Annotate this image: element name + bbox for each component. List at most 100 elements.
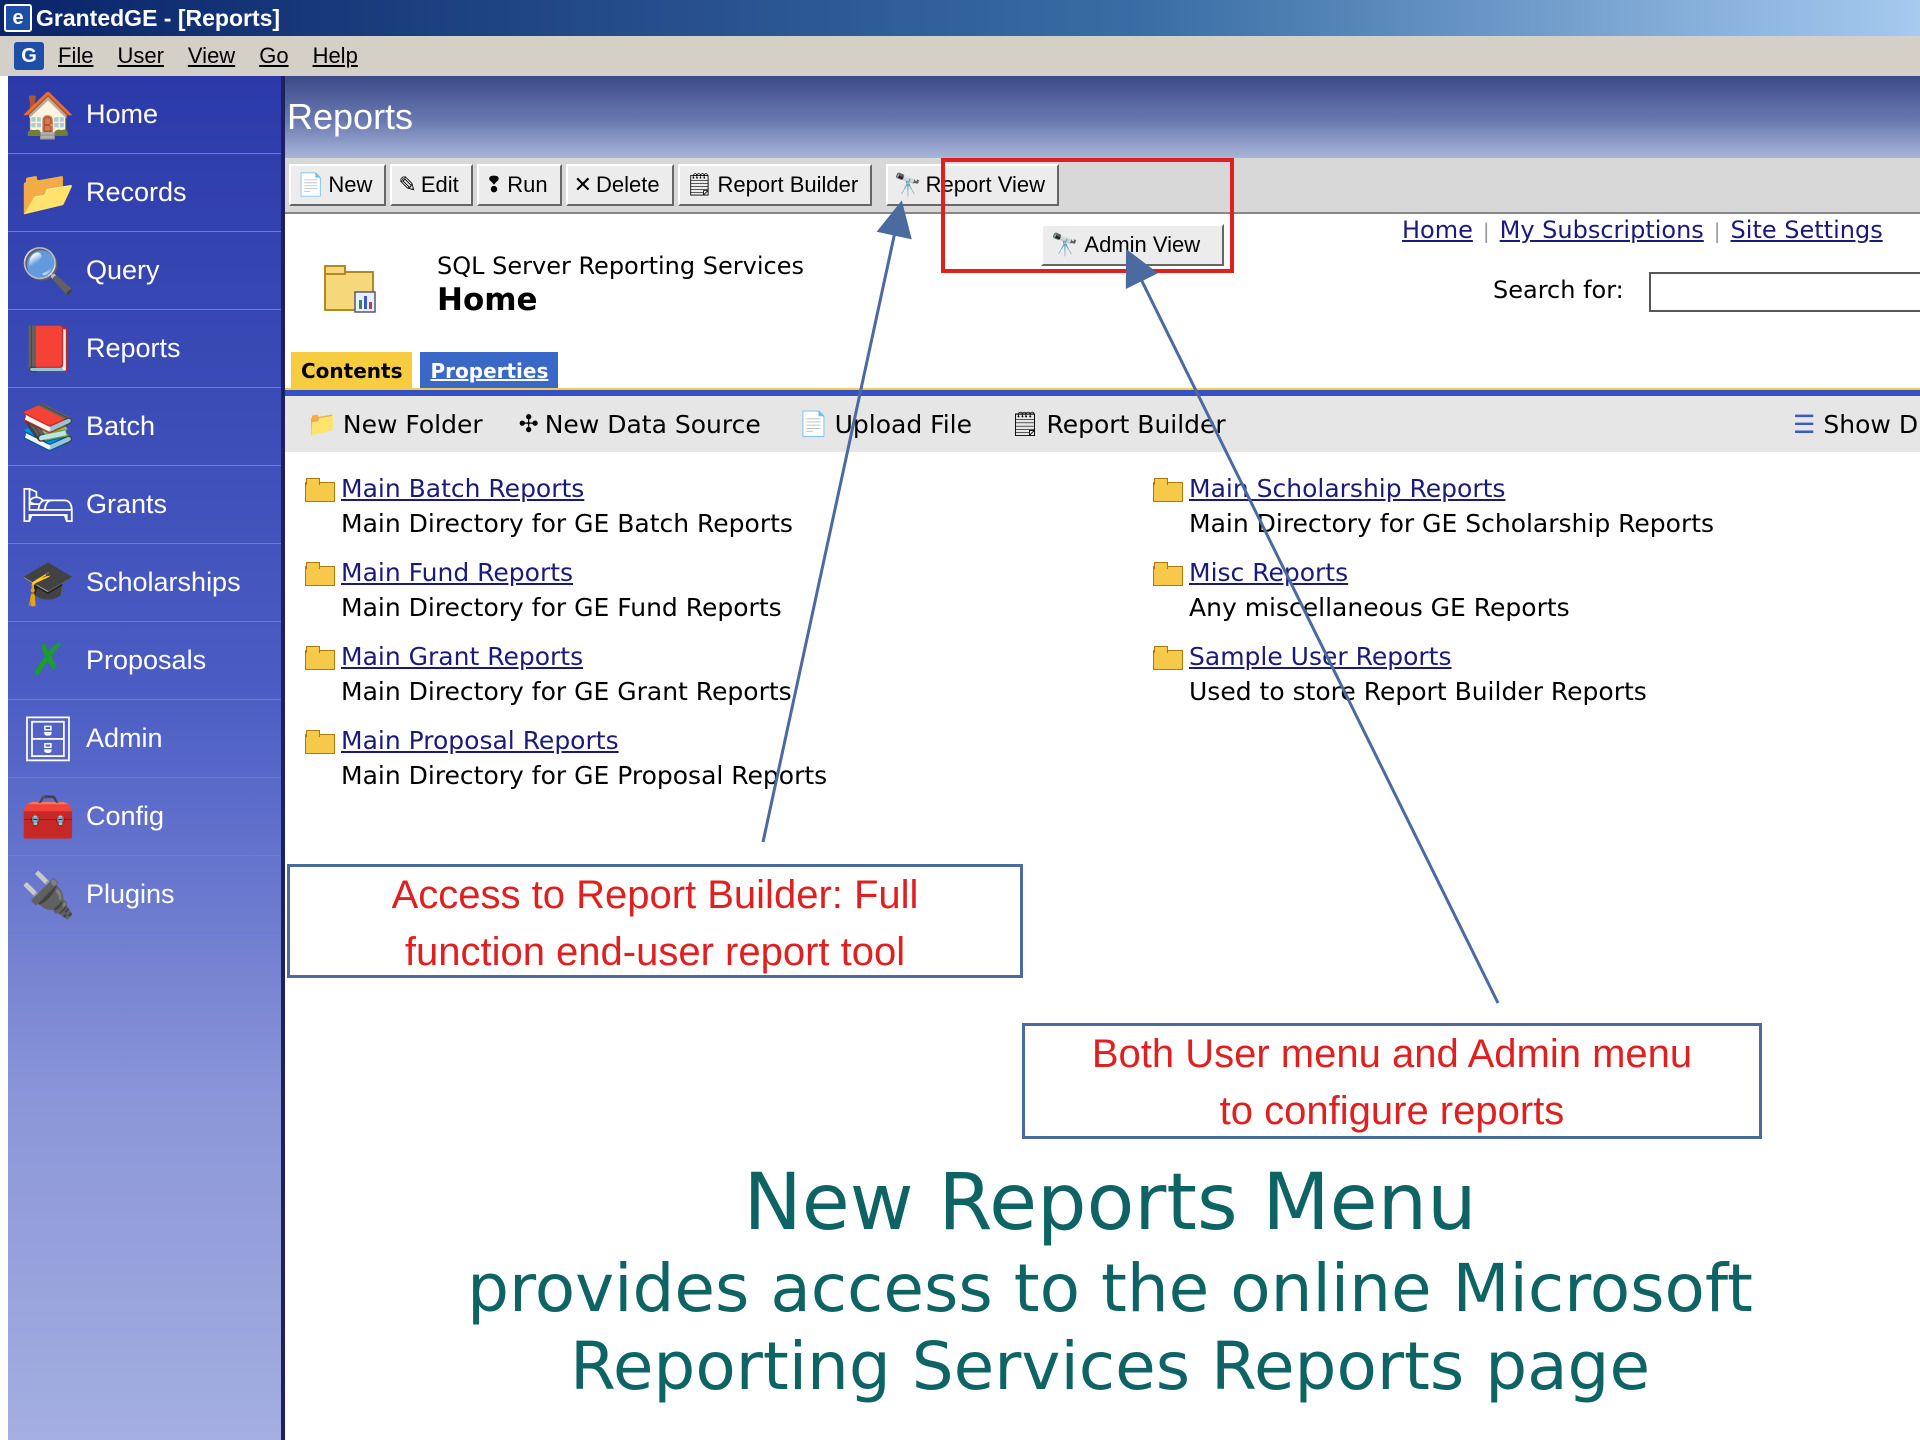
callout-report-builder: Access to Report Builder: Full function … <box>287 864 1023 978</box>
binoculars-icon: 🔭 <box>894 172 922 197</box>
graduation-cap-icon: 🎓 <box>20 558 76 608</box>
folder-icon <box>1153 645 1183 670</box>
sidebar-item-label: Query <box>86 255 160 285</box>
window-title: GrantedGE - [Reports] <box>36 4 281 31</box>
sidebar-item-label: Records <box>86 177 187 207</box>
slide-subheading-line1: provides access to the online Microsoft <box>467 1250 1753 1327</box>
menubar: G File User View Go Help <box>0 36 1920 76</box>
upload-file-button[interactable]: 📄 Upload File <box>799 410 972 439</box>
menu-file[interactable]: File <box>58 43 93 69</box>
sidebar-item-proposals[interactable]: ✗ Proposals <box>8 622 281 700</box>
delete-button-label: Delete <box>596 172 660 197</box>
new-folder-icon: 📁 <box>307 410 337 438</box>
sidebar-item-label: Reports <box>86 333 181 363</box>
folder-link[interactable]: Sample User Reports <box>1189 642 1452 671</box>
toolbox-icon: 🧰 <box>20 792 76 842</box>
list-item: Misc Reports Any miscellaneous GE Report… <box>1153 558 1793 622</box>
granted-logo-icon[interactable]: G <box>14 42 44 70</box>
menu-user[interactable]: User <box>117 43 163 69</box>
sidebar-item-label: Plugins <box>86 879 175 909</box>
menu-go[interactable]: Go <box>259 43 288 69</box>
sidebar-item-batch[interactable]: 📚 Batch <box>8 388 281 466</box>
sidebar-nav: 🏠 Home 📂 Records 🔍 Query 📕 Reports 📚 Bat… <box>8 76 285 1440</box>
callout-admin-menu: Both User menu and Admin menu to configu… <box>1022 1023 1762 1139</box>
granted-logo-icon: e <box>4 4 32 32</box>
new-button[interactable]: 📄 New <box>289 164 387 206</box>
folder-description: Main Directory for GE Proposal Reports <box>341 761 828 790</box>
report-book-icon: 📕 <box>20 324 76 374</box>
sidebar-item-label: Admin <box>86 723 163 753</box>
search-input[interactable] <box>1649 272 1920 312</box>
sidebar-item-admin[interactable]: 🗄 Admin <box>8 700 281 778</box>
list-item: Main Proposal Reports Main Directory for… <box>305 726 945 790</box>
report-builder-icon: 🗒 <box>685 172 714 197</box>
folder-link[interactable]: Main Scholarship Reports <box>1189 474 1505 503</box>
show-details-label: Show D <box>1823 410 1919 439</box>
proposal-icon: ✗ <box>29 636 67 685</box>
report-builder-button[interactable]: 🗒 Report Builder <box>677 164 873 206</box>
folder-description: Main Directory for GE Fund Reports <box>341 593 782 622</box>
upload-file-icon: 📄 <box>798 410 829 438</box>
sidebar-item-scholarships[interactable]: 🎓 Scholarships <box>8 544 281 622</box>
folders-icon: 📂 <box>20 168 76 218</box>
menu-help[interactable]: Help <box>313 43 358 69</box>
link-site-settings[interactable]: Site Settings <box>1731 216 1883 244</box>
list-item: Main Grant Reports Main Directory for GE… <box>305 642 945 706</box>
run-button[interactable]: ❢ Run <box>476 164 562 206</box>
tab-underline <box>285 388 1920 396</box>
folder-description: Used to store Report Builder Reports <box>1189 677 1647 706</box>
slide-heading: New Reports Menu <box>743 1158 1477 1248</box>
edit-button[interactable]: ✎ Edit <box>390 164 473 206</box>
sidebar-item-home[interactable]: 🏠 Home <box>8 76 281 154</box>
cabinet-icon: 🗄 <box>20 714 76 764</box>
sidebar-item-config[interactable]: 🧰 Config <box>8 778 281 856</box>
run-icon: ❢ <box>484 172 504 197</box>
new-folder-button[interactable]: 📁 New Folder <box>307 410 483 439</box>
list-item: Main Batch Reports Main Directory for GE… <box>305 474 945 538</box>
highlight-box <box>941 158 1234 273</box>
sidebar-item-reports[interactable]: 📕 Reports <box>8 310 281 388</box>
delete-x-icon: ✕ <box>573 172 593 197</box>
page-title: Reports <box>285 76 1920 158</box>
callout-text: Access to Report Builder: Full <box>391 873 919 917</box>
folder-link[interactable]: Main Batch Reports <box>341 474 584 503</box>
link-home[interactable]: Home <box>1402 216 1473 244</box>
plug-icon: 🔌 <box>20 870 76 920</box>
folder-link[interactable]: Misc Reports <box>1189 558 1348 587</box>
folder-link[interactable]: Main Proposal Reports <box>341 726 619 755</box>
list-item: Sample User Reports Used to store Report… <box>1153 642 1793 706</box>
stack-icon: 📚 <box>20 402 76 452</box>
folder-link[interactable]: Main Grant Reports <box>341 642 583 671</box>
data-source-icon: ✣ <box>518 410 539 438</box>
tab-properties[interactable]: Properties <box>420 352 559 390</box>
ssrs-page-title: Home <box>437 282 538 318</box>
sidebar-item-label: Batch <box>86 411 156 441</box>
sidebar-item-label: Home <box>86 99 159 129</box>
sidebar-item-label: Scholarships <box>86 567 241 597</box>
window-titlebar: e GrantedGE - [Reports] <box>0 0 1920 36</box>
folder-report-icon <box>324 265 376 313</box>
folder-description: Main Directory for GE Batch Reports <box>341 509 793 538</box>
callout-text: function end-user report tool <box>404 930 906 974</box>
sidebar-item-records[interactable]: 📂 Records <box>8 154 281 232</box>
folder-icon <box>1153 561 1183 586</box>
sidebar-item-plugins[interactable]: 🔌 Plugins <box>8 856 281 934</box>
slide-subheading-line2: Reporting Services Reports page <box>569 1328 1651 1405</box>
tab-contents[interactable]: Contents <box>291 352 413 390</box>
link-my-subscriptions[interactable]: My Subscriptions <box>1500 216 1704 244</box>
folder-description: Main Directory for GE Scholarship Report… <box>1189 509 1715 538</box>
sidebar-item-grants[interactable]: 🛏 Grants <box>8 466 281 544</box>
folder-icon <box>305 645 335 670</box>
report-builder-action[interactable]: 🗒 Report Builder <box>1010 410 1226 439</box>
show-details-button[interactable]: ☰ Show D <box>1793 410 1918 439</box>
delete-button[interactable]: ✕ Delete <box>565 164 674 206</box>
edit-icon: ✎ <box>398 172 417 197</box>
folder-icon <box>1153 477 1183 502</box>
folder-icon <box>305 477 335 502</box>
new-data-source-button[interactable]: ✣ New Data Source <box>519 410 761 439</box>
folder-link[interactable]: Main Fund Reports <box>341 558 573 587</box>
sidebar-item-query[interactable]: 🔍 Query <box>8 232 281 310</box>
menu-view[interactable]: View <box>188 43 235 69</box>
grants-icon: 🛏 <box>20 480 76 530</box>
ssrs-top-links: Home | My Subscriptions | Site Settings <box>1402 216 1883 244</box>
